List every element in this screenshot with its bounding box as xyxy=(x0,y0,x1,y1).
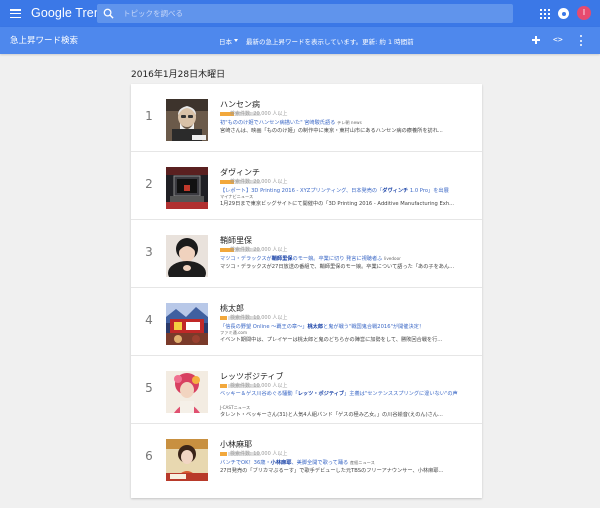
trend-title[interactable]: 小林麻耶 xyxy=(220,439,252,450)
top-app-bar: Google Trends I xyxy=(0,0,600,27)
trend-row[interactable]: 6 小林麻耶 検索件数: 10,000 人以上 バンチでOK！36歳・小林麻耶、… xyxy=(131,424,482,492)
trend-title[interactable]: ダヴィンチ xyxy=(220,167,260,178)
search-icon xyxy=(103,8,114,19)
trend-title[interactable]: 桃太郎 xyxy=(220,303,244,314)
news-snippet: 1月29日まで東京ビッグサイトにて開催中の「3D Printing 2016 -… xyxy=(220,201,455,207)
search-input[interactable] xyxy=(123,4,503,23)
page-title: 急上昇ワード検索 xyxy=(10,36,79,46)
trend-thumbnail[interactable] xyxy=(166,439,208,481)
news-link[interactable]: 「信長の野望 Online ～覇王の章～」桃太郎と鬼が戦う"戦国鬼合戦2016"… xyxy=(220,323,424,330)
search-volume: 検索件数: 20,000 人以上 xyxy=(230,179,288,185)
notifications-icon[interactable] xyxy=(558,8,569,19)
update-status: 最新の急上昇ワードを表示しています。更新: 約 1 時間前 xyxy=(246,38,414,46)
trend-title[interactable]: レッツポジティブ xyxy=(220,371,284,382)
news-link[interactable]: ベッキー＆ゲス川谷めぐる騒動「レッツ・ポジティブ」主義は"センテンススプリングに… xyxy=(220,391,470,398)
news-link[interactable]: バンチでOK！36歳・小林麻耶、美脚全開で歌って踊る 産経ニュース xyxy=(220,459,375,466)
date-heading: 2016年1月28日木曜日 xyxy=(131,70,226,80)
news-source: livedoor xyxy=(384,256,401,261)
search-volume: 検索件数: 20,000 人以上 xyxy=(230,111,288,117)
search-box[interactable] xyxy=(97,4,513,23)
news-link[interactable]: 初"もののけ姫でハンセン病描いた" 宮崎駿氏語る テレ朝 news xyxy=(220,119,362,126)
trend-row[interactable]: 4 桃太郎 検索件数: 10,000 人以上 「信長の野望 Online ～覇王… xyxy=(131,288,482,356)
more-vert-icon[interactable] xyxy=(579,35,583,46)
bar-fill xyxy=(220,384,227,388)
trend-rank: 5 xyxy=(145,381,153,395)
trend-rank: 3 xyxy=(145,245,153,259)
trend-row[interactable]: 1 ハンセン病 検索件数: 20,000 人以上 初"もののけ姫でハンセン病描い… xyxy=(131,84,482,152)
trends-card: 1 ハンセン病 検索件数: 20,000 人以上 初"もののけ姫でハンセン病描い… xyxy=(131,84,482,498)
search-volume: 検索件数: 10,000 人以上 xyxy=(230,451,288,457)
trend-rank: 4 xyxy=(145,313,153,327)
trend-thumbnail[interactable] xyxy=(166,235,208,277)
news-snippet: イベント期間中は、プレイヤーは桃太郎と鬼のどちらかの陣営に加勢をして、勝敗回合戦… xyxy=(220,337,443,343)
apps-grid-icon[interactable] xyxy=(540,9,550,19)
trend-rank: 1 xyxy=(145,109,153,123)
news-link[interactable]: マツコ・デラックスが鞘師里保のモー娘。卒業に切り 発言に視聴者ふ livedoo… xyxy=(220,255,401,262)
news-link[interactable]: 【レポート】3D Printing 2016 - XYZプリンティング、日本発売… xyxy=(220,187,449,194)
news-snippet: 宮崎さんは、映画「もののけ姫」の制作中に東京・東村山市にあるハンセン病の療養所を… xyxy=(220,128,443,134)
sub-header-bar: 急上昇ワード検索 日本 最新の急上昇ワードを表示しています。更新: 約 1 時間… xyxy=(0,27,600,54)
search-volume: 検索件数: 20,000 人以上 xyxy=(230,247,288,253)
trend-thumbnail[interactable] xyxy=(166,167,208,209)
trend-thumbnail[interactable] xyxy=(166,303,208,345)
hamburger-menu-icon[interactable] xyxy=(10,9,21,19)
trend-rank: 6 xyxy=(145,449,153,463)
bar-fill xyxy=(220,452,227,456)
chevron-down-icon[interactable] xyxy=(234,39,238,42)
trend-thumbnail[interactable] xyxy=(166,371,208,413)
region-selector[interactable]: 日本 xyxy=(219,36,232,46)
add-icon[interactable] xyxy=(532,36,540,44)
trend-row[interactable]: 2 ダヴィンチ 検索件数: 20,000 人以上 【レポート】3D Printi… xyxy=(131,152,482,220)
news-source: テレ朝 news xyxy=(337,120,362,125)
news-snippet: マツコ・デラックスが27日放送の番組で、鞘師里保のモー娘。卒業について語った「あ… xyxy=(220,264,455,270)
embed-code-icon[interactable]: <> xyxy=(553,35,564,45)
trend-title[interactable]: 鞘師里保 xyxy=(220,235,252,246)
news-snippet: 27日発売の「ブリカマぶるーす」で歌手デビューした元TBSのフリーアナウンサー、… xyxy=(220,468,444,474)
news-source: 産経ニュース xyxy=(349,460,375,465)
search-volume: 検索件数: 10,000 人以上 xyxy=(230,383,288,389)
trend-row[interactable]: 3 鞘師里保 検索件数: 20,000 人以上 マツコ・デラックスが鞘師里保のモ… xyxy=(131,220,482,288)
trend-thumbnail[interactable] xyxy=(166,99,208,141)
trend-row[interactable]: 5 レッツポジティブ 検索件数: 10,000 人以上 ベッキー＆ゲス川谷めぐる… xyxy=(131,356,482,424)
bar-fill xyxy=(220,316,227,320)
news-snippet: タレント・ベッキーさん(31)と人気4人組バンド「ゲスの極み乙女。」の川谷絵音(… xyxy=(220,412,443,418)
trend-rank: 2 xyxy=(145,177,153,191)
trend-title[interactable]: ハンセン病 xyxy=(220,99,260,110)
account-avatar[interactable]: I xyxy=(577,6,591,20)
search-volume: 検索件数: 10,000 人以上 xyxy=(230,315,288,321)
